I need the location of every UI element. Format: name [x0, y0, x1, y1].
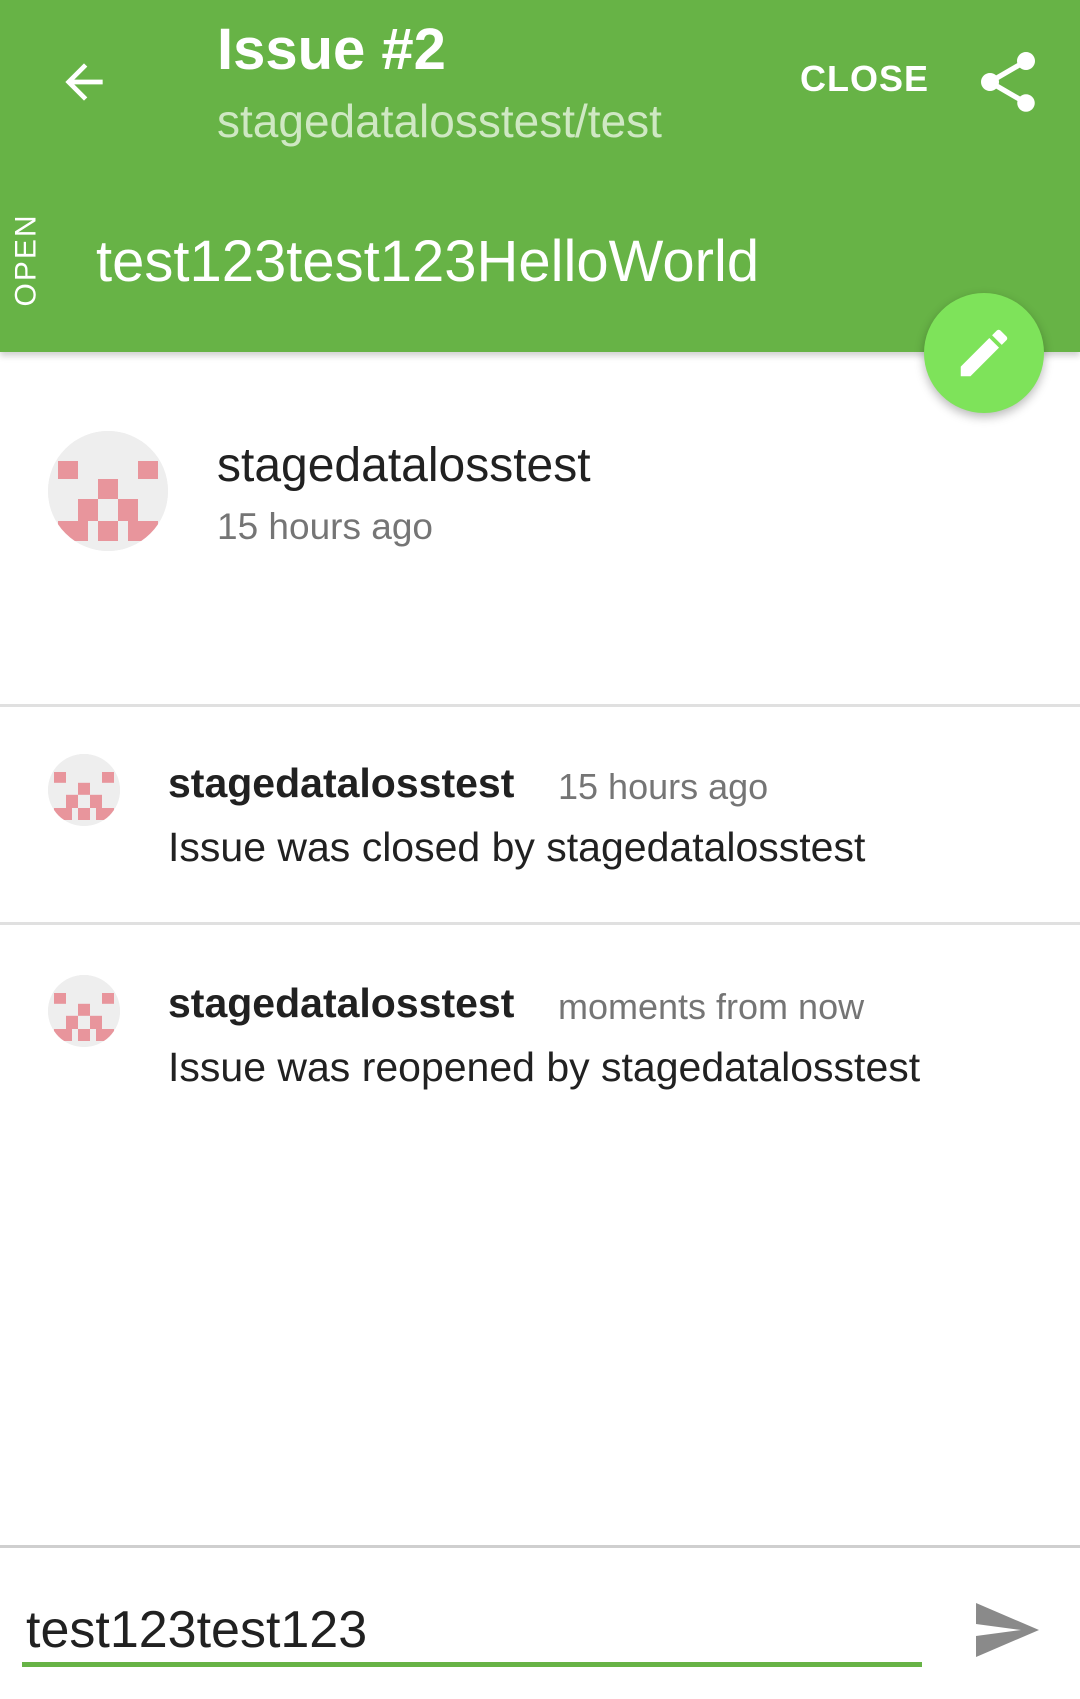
avatar[interactable]: [48, 754, 120, 826]
event-user[interactable]: stagedatalosstest: [168, 760, 514, 807]
avatar[interactable]: [48, 431, 168, 551]
edit-issue-button[interactable]: [924, 293, 1044, 413]
author-name[interactable]: stagedatalosstest: [217, 438, 591, 493]
event-timestamp: moments from now: [558, 986, 865, 1027]
send-icon: [976, 1603, 1039, 1657]
identicon-avatar: [48, 754, 120, 826]
identicon-avatar: [48, 975, 120, 1047]
pencil-icon: [960, 329, 1008, 377]
page-title: Issue #2: [217, 17, 446, 82]
issue-state-label: OPEN: [2, 213, 52, 307]
author-timestamp: 15 hours ago: [217, 506, 434, 547]
divider: [0, 704, 1080, 707]
issue-title: test123test123HelloWorld: [96, 229, 760, 294]
event-description: Issue was closed by stagedatalosstest: [168, 824, 866, 870]
event-timestamp: 15 hours ago: [558, 766, 769, 807]
issue-state-text: OPEN: [10, 213, 43, 307]
back-button[interactable]: [48, 46, 120, 118]
send-button[interactable]: [966, 1590, 1046, 1670]
repo-name: stagedatalosstest/test: [217, 95, 662, 147]
event-description: Issue was reopened by stagedatalosstest: [168, 1044, 921, 1090]
share-icon: [981, 52, 1035, 112]
avatar[interactable]: [48, 975, 120, 1047]
share-button[interactable]: [972, 46, 1044, 118]
divider: [0, 922, 1080, 925]
close-issue-button[interactable]: CLOSE: [800, 58, 929, 100]
comment-input[interactable]: [22, 1597, 922, 1667]
composer-divider: [0, 1545, 1080, 1548]
event-user[interactable]: stagedatalosstest: [168, 980, 514, 1027]
issue-header: Issue #2 stagedatalosstest/test CLOSE OP…: [0, 0, 1080, 352]
identicon-avatar: [48, 431, 168, 551]
arrow-back-icon: [65, 63, 103, 101]
